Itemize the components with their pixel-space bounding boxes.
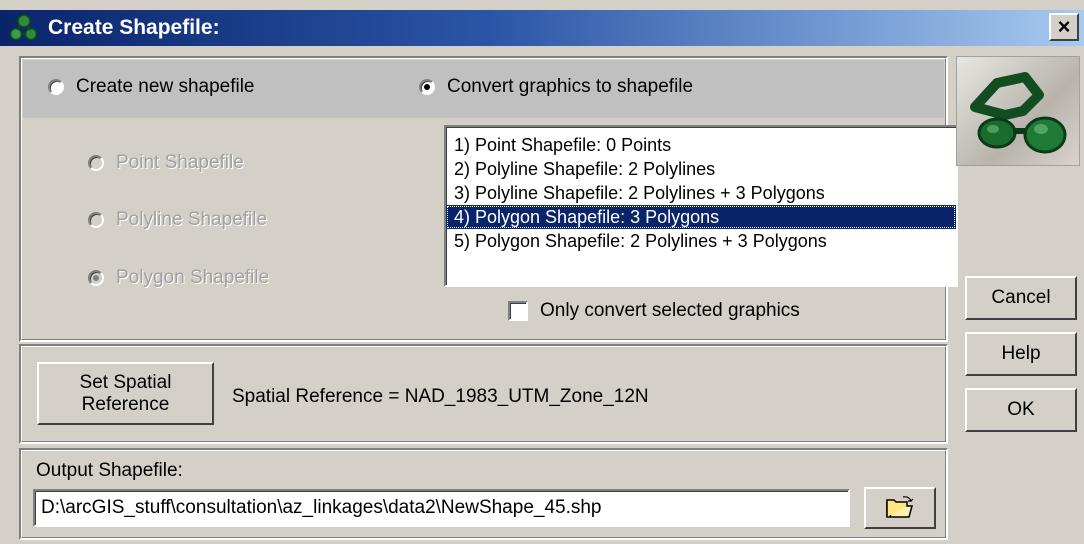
output-path-field[interactable]: D:\arcGIS_stuff\consultation\az_linkages… xyxy=(33,489,850,527)
window-title: Create Shapefile: xyxy=(48,16,220,39)
only-selected-label: Only convert selected graphics xyxy=(540,300,800,321)
list-item[interactable]: 2) Polyline Shapefile: 2 Polylines xyxy=(446,157,956,181)
polyline-shapefile-label: Polyline Shapefile xyxy=(116,209,268,230)
graphics-listbox[interactable]: 1) Point Shapefile: 0 Points 2) Polyline… xyxy=(444,125,958,287)
open-folder-icon xyxy=(886,496,914,518)
list-item[interactable]: 5) Polygon Shapefile: 2 Polylines + 3 Po… xyxy=(446,229,956,253)
set-spatial-line1: Set Spatial xyxy=(79,371,172,393)
shapefile-logo-icon xyxy=(970,72,1067,154)
spatial-reference-text: Spatial Reference = NAD_1983_UTM_Zone_12… xyxy=(232,386,649,407)
set-spatial-reference-button[interactable]: Set Spatial Reference xyxy=(37,362,214,425)
only-selected-checkbox[interactable] xyxy=(508,301,528,321)
radio-indicator[interactable] xyxy=(48,79,64,95)
list-item-selected[interactable]: 4) Polygon Shapefile: 3 Polygons xyxy=(446,205,956,229)
only-selected-checkbox-row[interactable]: Only convert selected graphics xyxy=(508,300,800,322)
title-bar[interactable]: Create Shapefile: × xyxy=(0,10,1084,46)
point-shapefile-radio[interactable]: Point Shapefile xyxy=(88,152,244,174)
browse-button[interactable] xyxy=(864,487,936,529)
list-item[interactable]: 1) Point Shapefile: 0 Points xyxy=(446,133,956,157)
create-new-radio[interactable]: Create new shapefile xyxy=(48,76,255,98)
close-button[interactable]: × xyxy=(1049,13,1079,41)
convert-graphics-radio[interactable]: Convert graphics to shapefile xyxy=(419,76,693,98)
create-shapefile-dialog: Create Shapefile: × Create new shapefile… xyxy=(0,0,1084,544)
arcgis-logo-image xyxy=(956,56,1080,166)
point-shapefile-label: Point Shapefile xyxy=(116,152,244,173)
radio-indicator[interactable] xyxy=(88,155,104,171)
radio-indicator[interactable] xyxy=(419,79,435,95)
cancel-button[interactable]: Cancel xyxy=(965,276,1077,320)
output-shapefile-label: Output Shapefile: xyxy=(36,460,183,481)
radio-indicator[interactable] xyxy=(88,270,104,286)
set-spatial-line2: Reference xyxy=(81,393,170,415)
list-item[interactable]: 3) Polyline Shapefile: 2 Polylines + 3 P… xyxy=(446,181,956,205)
radio-indicator[interactable] xyxy=(88,212,104,228)
convert-graphics-label: Convert graphics to shapefile xyxy=(447,76,694,97)
polygon-shapefile-label: Polygon Shapefile xyxy=(116,267,270,288)
shapefile-app-icon xyxy=(10,14,38,41)
polyline-shapefile-radio[interactable]: Polyline Shapefile xyxy=(88,209,267,231)
close-icon: × xyxy=(1057,14,1071,39)
help-button[interactable]: Help xyxy=(965,332,1077,376)
ok-button[interactable]: OK xyxy=(965,388,1077,432)
polygon-shapefile-radio[interactable]: Polygon Shapefile xyxy=(88,267,269,289)
create-new-label: Create new shapefile xyxy=(76,76,255,97)
